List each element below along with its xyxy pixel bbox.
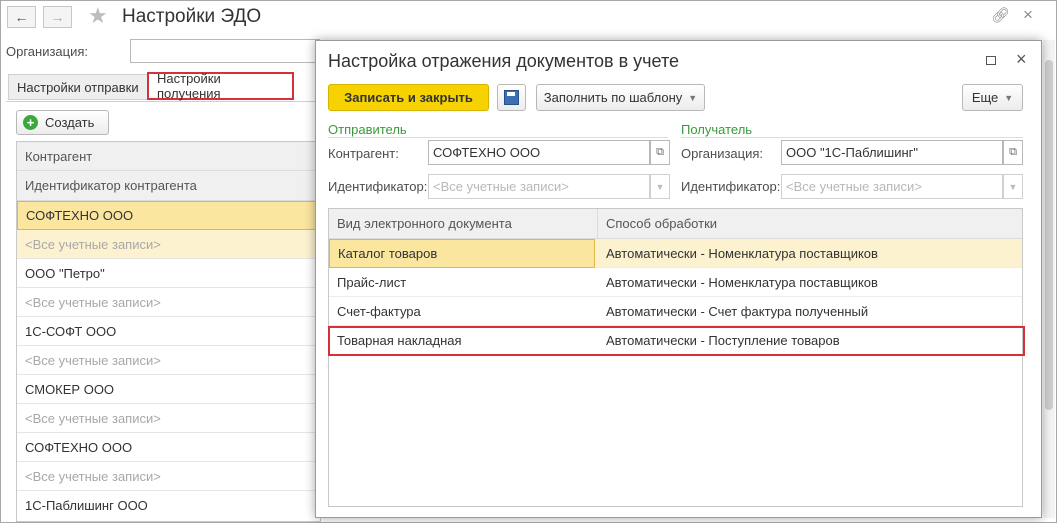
create-button-label: Создать — [45, 115, 95, 130]
window-title: Настройки ЭДО — [122, 6, 262, 27]
counterparty-label: Контрагент: — [328, 146, 399, 161]
floppy-disk-icon — [504, 90, 519, 105]
tab-send-settings[interactable]: Настройки отправки — [8, 74, 148, 100]
favorite-star-icon[interactable]: ★ — [88, 3, 108, 29]
sender-divider — [328, 137, 668, 138]
sender-identifier-dropdown[interactable]: ▼ — [650, 174, 670, 199]
chevron-down-icon: ▼ — [1008, 181, 1018, 192]
maximize-icon[interactable] — [986, 56, 996, 65]
fill-by-template-label: Заполнить по шаблону — [543, 90, 683, 105]
list-item-identifier[interactable]: <Все учетные записи> — [17, 346, 320, 375]
main-scrollbar-thumb[interactable] — [1045, 60, 1053, 410]
list-item[interactable]: 1С-Паблишинг ООО — [17, 491, 320, 520]
receiver-organization-input[interactable]: ООО "1С-Паблишинг" — [781, 140, 1003, 165]
dialog-close-icon[interactable]: × — [1016, 49, 1027, 70]
fill-by-template-button[interactable]: Заполнить по шаблону ▼ — [536, 84, 705, 111]
save-and-close-button[interactable]: Записать и закрыть — [328, 84, 489, 111]
table-cell-document-type[interactable]: Счет-фактура — [329, 297, 598, 326]
column-header-processing-method[interactable]: Способ обработки — [598, 209, 1022, 239]
arrow-right-icon: → — [50, 9, 65, 25]
table-cell-processing-method[interactable]: Автоматически - Счет фактура полученный — [598, 297, 1022, 326]
open-icon[interactable]: ⧉ — [650, 140, 670, 165]
more-button[interactable]: Еще ▼ — [962, 84, 1023, 111]
list-item[interactable]: СОФТЕХНО ООО — [17, 201, 320, 230]
counterparty-input[interactable]: СОФТЕХНО ООО — [428, 140, 650, 165]
sender-group-header: Отправитель — [328, 122, 407, 137]
list-item[interactable]: СОФТЕХНО ООО — [17, 433, 320, 462]
tab-receive-settings[interactable]: Настройки получения — [147, 71, 294, 101]
list-item[interactable]: 1С-СОФТ ООО — [17, 317, 320, 346]
table-cell-document-type[interactable]: Прайс-лист — [329, 268, 598, 297]
list-item[interactable]: ООО "Петро" — [17, 259, 320, 288]
chevron-down-icon: ▼ — [688, 92, 698, 103]
list-item[interactable]: СМОКЕР ООО — [17, 375, 320, 404]
organization-input[interactable] — [130, 39, 320, 63]
arrow-left-icon: ← — [14, 9, 29, 25]
receiver-divider — [681, 137, 1023, 138]
sender-identifier-label: Идентификатор: — [328, 179, 428, 194]
list-item-identifier[interactable]: <Все учетные записи> — [17, 230, 320, 259]
save-button[interactable] — [497, 84, 526, 111]
highlight-frame — [328, 326, 1025, 356]
table-cell-processing-method[interactable]: Автоматически - Номенклатура поставщиков — [598, 268, 1022, 297]
receiver-group-header: Получатель — [681, 122, 753, 137]
list-item-identifier[interactable]: <Все учетные записи> — [17, 462, 320, 491]
chevron-down-icon: ▼ — [655, 181, 665, 192]
create-button[interactable]: + Создать — [16, 110, 109, 135]
receiver-identifier-label: Идентификатор: — [681, 179, 781, 194]
sender-identifier-select[interactable]: <Все учетные записи> — [428, 174, 650, 199]
receiver-organization-label: Организация: — [681, 146, 764, 161]
dialog-title: Настройка отражения документов в учете — [328, 51, 680, 71]
close-icon[interactable]: × — [1023, 5, 1033, 25]
list-item-identifier[interactable]: <Все учетные записи> — [17, 288, 320, 317]
plus-icon: + — [23, 115, 38, 130]
back-button[interactable]: ← — [7, 6, 36, 28]
list-header-identifier[interactable]: Идентификатор контрагента — [17, 171, 320, 201]
open-icon[interactable]: ⧉ — [1003, 140, 1023, 165]
tab-divider — [6, 101, 320, 102]
forward-button[interactable]: → — [43, 6, 72, 28]
chevron-down-icon: ▼ — [1004, 92, 1014, 103]
table-cell-processing-method[interactable]: Автоматически - Номенклатура поставщиков — [598, 239, 1022, 268]
receiver-identifier-select[interactable]: <Все учетные записи> — [781, 174, 1003, 199]
column-header-document-type[interactable]: Вид электронного документа — [329, 209, 598, 239]
link-icon[interactable]: 🔗︎ — [991, 6, 1010, 24]
table-cell-document-type[interactable]: Каталог товаров — [329, 239, 595, 268]
receiver-identifier-dropdown[interactable]: ▼ — [1003, 174, 1023, 199]
organization-label: Организация: — [6, 44, 89, 59]
list-header-counterparty[interactable]: Контрагент — [17, 142, 320, 171]
more-label: Еще — [971, 90, 999, 105]
list-item-identifier[interactable]: <Все учетные записи> — [17, 404, 320, 433]
